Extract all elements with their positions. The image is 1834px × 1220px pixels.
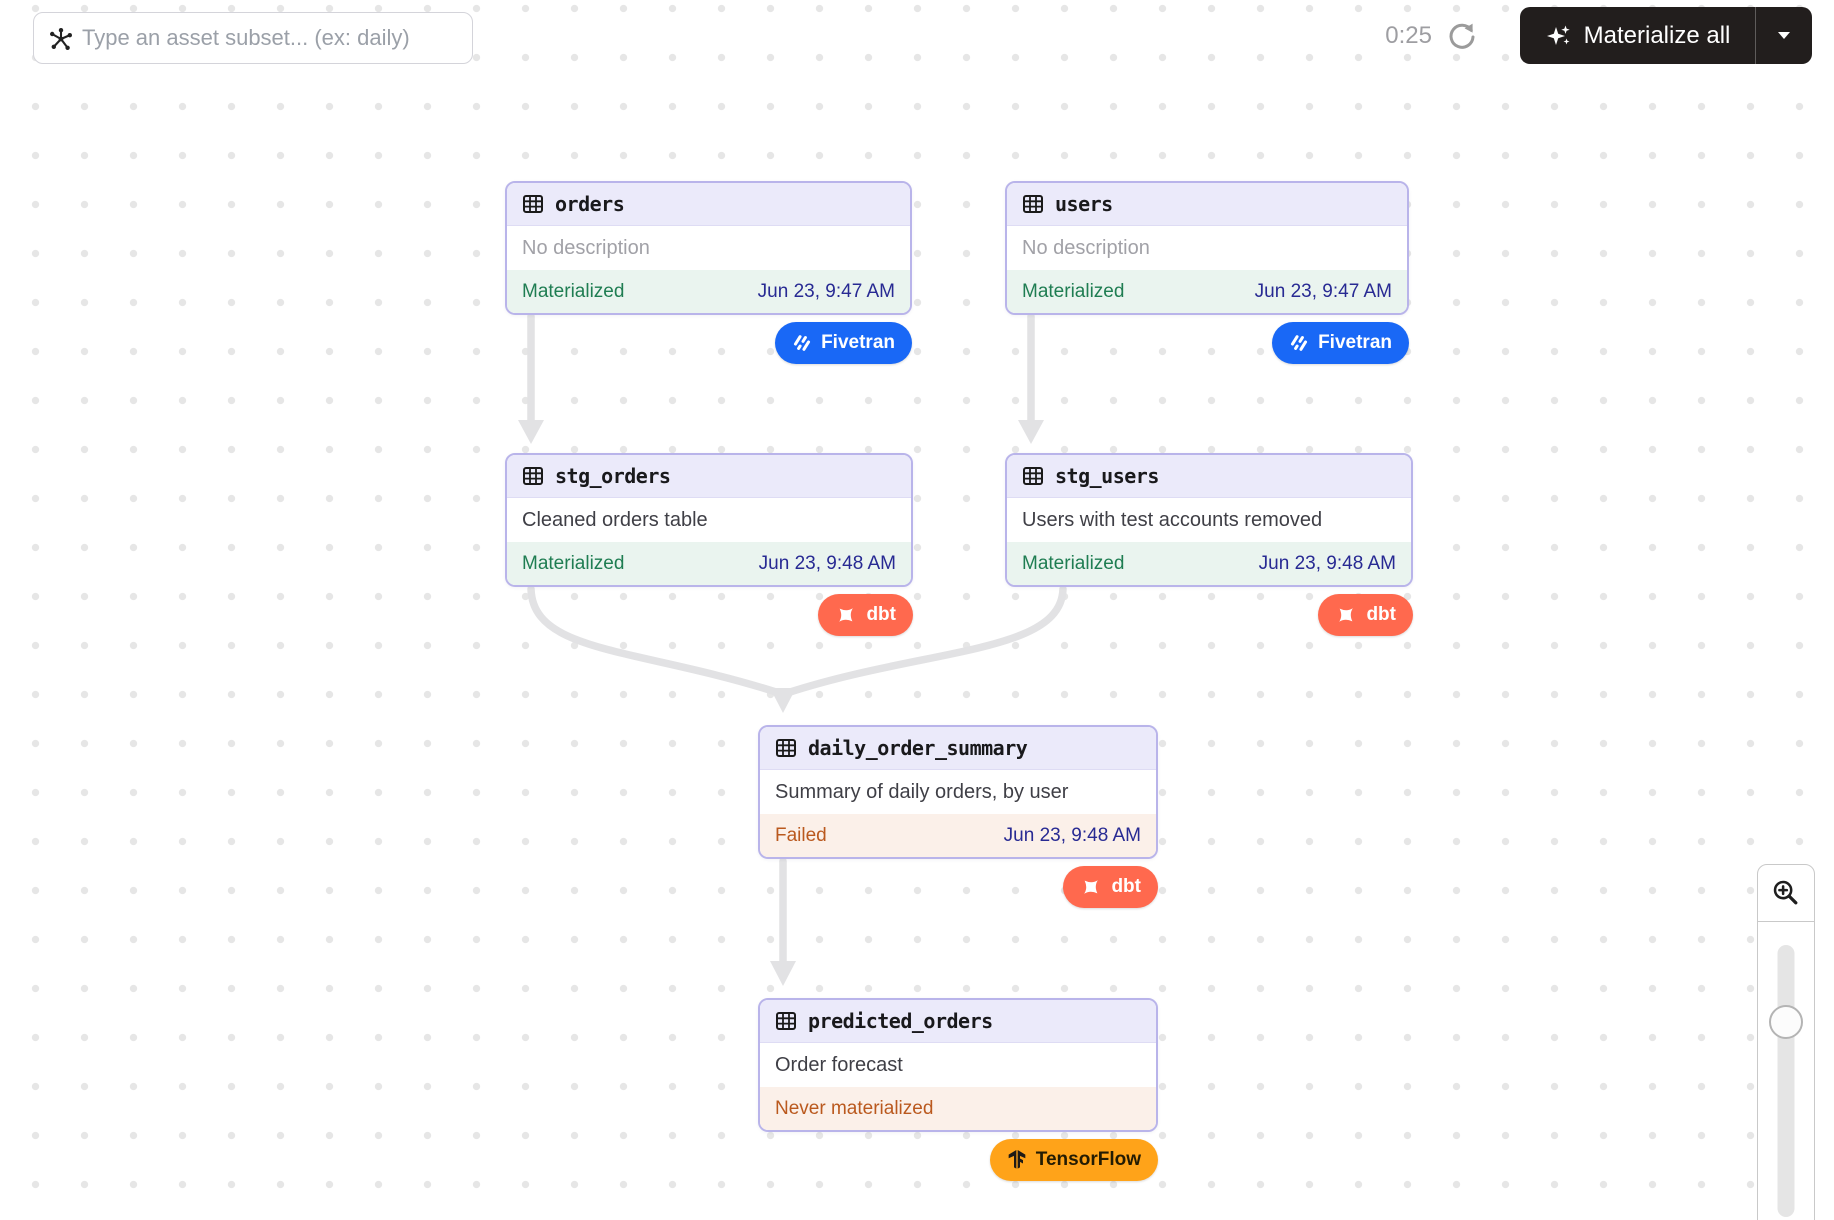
zoom-slider-thumb[interactable] xyxy=(1769,1005,1803,1039)
badge-label: dbt xyxy=(1111,876,1141,898)
asset-search-box xyxy=(33,12,473,64)
asset-lineage-canvas[interactable]: orders No description Materialized Jun 2… xyxy=(0,0,1834,1220)
status-label: Materialized xyxy=(1022,281,1124,303)
dbt-icon xyxy=(1080,876,1102,898)
tensorflow-icon xyxy=(1007,1149,1027,1171)
asset-node-predicted-orders[interactable]: predicted_orders Order forecast Never ma… xyxy=(758,998,1158,1132)
badge-label: TensorFlow xyxy=(1036,1149,1141,1171)
arrowhead xyxy=(770,961,796,986)
asset-description: Cleaned orders table xyxy=(507,498,911,542)
arrowhead xyxy=(1018,420,1044,444)
fivetran-icon xyxy=(792,333,812,353)
asset-node-stg-users[interactable]: stg_users Users with test accounts remov… xyxy=(1005,453,1413,587)
status-label: Never materialized xyxy=(775,1098,933,1120)
zoom-in-button[interactable] xyxy=(1757,864,1815,922)
asset-description: Users with test accounts removed xyxy=(1007,498,1411,542)
materialize-all-button[interactable]: Materialize all xyxy=(1520,7,1812,64)
status-timestamp: Jun 23, 9:48 AM xyxy=(1259,553,1396,575)
status-label: Materialized xyxy=(522,553,624,575)
table-icon xyxy=(1021,464,1045,488)
asset-status-row: Materialized Jun 23, 9:48 AM xyxy=(1007,542,1411,585)
arrowhead xyxy=(518,420,544,444)
integration-badge-dbt[interactable]: dbt xyxy=(818,594,913,636)
badge-label: dbt xyxy=(1366,604,1396,626)
asset-status-row: Materialized Jun 23, 9:47 AM xyxy=(1007,270,1407,313)
status-timestamp: Jun 23, 9:47 AM xyxy=(758,281,895,303)
asset-graph-icon xyxy=(48,26,74,52)
asset-description: Order forecast xyxy=(760,1043,1156,1087)
asset-name: orders xyxy=(555,192,624,216)
asset-status-row: Materialized Jun 23, 9:48 AM xyxy=(507,542,911,585)
asset-node-orders[interactable]: orders No description Materialized Jun 2… xyxy=(505,181,912,315)
asset-node-header: orders xyxy=(507,183,910,226)
asset-name: daily_order_summary xyxy=(808,736,1027,760)
status-timestamp: Jun 23, 9:47 AM xyxy=(1255,281,1392,303)
asset-node-users[interactable]: users No description Materialized Jun 23… xyxy=(1005,181,1409,315)
integration-badge-fivetran[interactable]: Fivetran xyxy=(1272,322,1409,364)
asset-search-input[interactable] xyxy=(34,13,472,63)
sparkle-icon xyxy=(1545,22,1573,50)
asset-description: No description xyxy=(1007,226,1407,270)
table-icon xyxy=(774,1009,798,1033)
materialize-options-button[interactable] xyxy=(1756,7,1812,64)
refresh-icon xyxy=(1446,21,1478,53)
integration-badge-dbt[interactable]: dbt xyxy=(1063,866,1158,908)
asset-name: predicted_orders xyxy=(808,1009,993,1033)
status-label: Failed xyxy=(775,825,827,847)
zoom-control-panel xyxy=(1757,864,1815,1220)
zoom-in-icon xyxy=(1771,878,1801,908)
fivetran-icon xyxy=(1289,333,1309,353)
asset-name: stg_orders xyxy=(555,464,670,488)
asset-node-daily-order-summary[interactable]: daily_order_summary Summary of daily ord… xyxy=(758,725,1158,859)
status-timestamp: Jun 23, 9:48 AM xyxy=(759,553,896,575)
integration-badge-fivetran[interactable]: Fivetran xyxy=(775,322,912,364)
materialize-all-label: Materialize all xyxy=(1584,22,1731,50)
badge-label: dbt xyxy=(866,604,896,626)
asset-description: No description xyxy=(507,226,910,270)
table-icon xyxy=(1021,192,1045,216)
asset-name: stg_users xyxy=(1055,464,1159,488)
asset-node-header: stg_orders xyxy=(507,455,911,498)
status-label: Materialized xyxy=(522,281,624,303)
chevron-down-icon xyxy=(1777,31,1791,40)
dbt-icon xyxy=(1335,604,1357,626)
run-timer: 0:25 xyxy=(1356,22,1432,50)
asset-node-stg-orders[interactable]: stg_orders Cleaned orders table Material… xyxy=(505,453,913,587)
dbt-icon xyxy=(835,604,857,626)
table-icon xyxy=(521,464,545,488)
table-icon xyxy=(774,736,798,760)
asset-node-header: daily_order_summary xyxy=(760,727,1156,770)
asset-status-row: Never materialized xyxy=(760,1087,1156,1130)
status-label: Materialized xyxy=(1022,553,1124,575)
materialize-all-main[interactable]: Materialize all xyxy=(1520,7,1755,64)
asset-description: Summary of daily orders, by user xyxy=(760,770,1156,814)
asset-node-header: predicted_orders xyxy=(760,1000,1156,1043)
status-timestamp: Jun 23, 9:48 AM xyxy=(1004,825,1141,847)
asset-status-row: Materialized Jun 23, 9:47 AM xyxy=(507,270,910,313)
badge-label: Fivetran xyxy=(821,332,895,354)
asset-status-row: Failed Jun 23, 9:48 AM xyxy=(760,814,1156,857)
integration-badge-dbt[interactable]: dbt xyxy=(1318,594,1413,636)
arrowhead xyxy=(770,688,796,713)
badge-label: Fivetran xyxy=(1318,332,1392,354)
edge-stg-orders-daily xyxy=(531,589,779,693)
zoom-slider[interactable] xyxy=(1757,922,1815,1220)
table-icon xyxy=(521,192,545,216)
zoom-slider-track[interactable] xyxy=(1778,945,1795,1217)
asset-name: users xyxy=(1055,192,1113,216)
refresh-button[interactable] xyxy=(1444,20,1480,56)
integration-badge-tensorflow[interactable]: TensorFlow xyxy=(990,1139,1158,1181)
asset-node-header: users xyxy=(1007,183,1407,226)
asset-node-header: stg_users xyxy=(1007,455,1411,498)
